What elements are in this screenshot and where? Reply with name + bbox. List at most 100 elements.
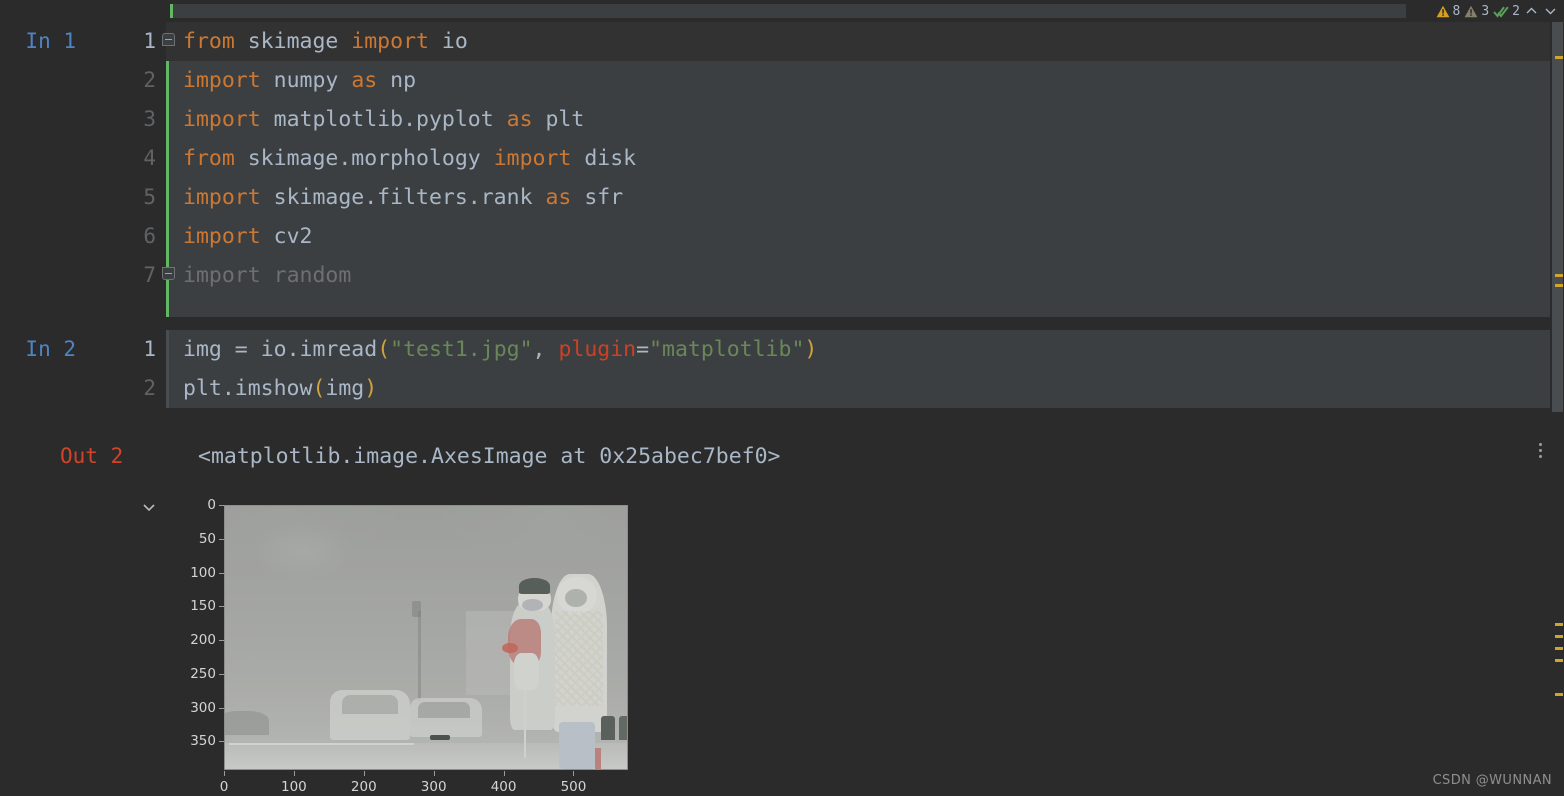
x-tick-label: 200 <box>342 779 386 795</box>
image-content <box>225 506 627 769</box>
y-tick-mark <box>219 708 224 709</box>
y-tick-label: 350 <box>182 733 216 749</box>
x-tick-mark <box>294 771 295 776</box>
scrollbar-warning-marker[interactable] <box>1555 284 1563 287</box>
weak-warning-group[interactable]: 3 <box>1464 4 1489 19</box>
code-line[interactable]: import numpy as np <box>166 61 1564 100</box>
code-token <box>235 29 248 54</box>
code-token: from <box>183 146 235 171</box>
code-token: ) <box>804 337 817 362</box>
cell-1-lines[interactable]: from skimage import ioimport numpy as np… <box>166 22 1564 295</box>
code-token <box>533 185 546 210</box>
line-number: 7 <box>128 256 156 295</box>
code-token: "matplotlib" <box>649 337 804 362</box>
code-token: from <box>183 29 235 54</box>
x-tick-label: 100 <box>272 779 316 795</box>
ok-count: 2 <box>1512 4 1520 19</box>
code-line[interactable]: plt.imshow(img) <box>166 369 1564 408</box>
output-prompt-label: Out 2 <box>60 444 123 468</box>
kebab-menu-icon[interactable] <box>1532 437 1548 463</box>
code-line[interactable]: import random <box>166 256 1564 295</box>
fold-marker-close[interactable] <box>162 267 175 280</box>
code-line[interactable]: img = io.imread("test1.jpg", plugin="mat… <box>166 330 1564 369</box>
y-tick-mark <box>219 640 224 641</box>
scrollbar-warning-marker[interactable] <box>1555 274 1563 277</box>
code-cell-2[interactable]: img = io.imread("test1.jpg", plugin="mat… <box>166 330 1564 408</box>
code-token: import <box>494 146 572 171</box>
code-token: disk <box>584 146 636 171</box>
code-token: import <box>183 224 261 249</box>
scrollbar-warning-marker[interactable] <box>1555 647 1563 650</box>
code-token: = <box>222 337 261 362</box>
cell-caret-marker <box>170 4 173 18</box>
code-token: import <box>183 68 261 93</box>
code-token <box>261 185 274 210</box>
cell-1-prompt-label: In 1 <box>16 22 76 61</box>
code-token: numpy <box>274 68 339 93</box>
cell-2-lines[interactable]: img = io.imread("test1.jpg", plugin="mat… <box>166 330 1564 408</box>
code-token <box>533 107 546 132</box>
code-cell-1[interactable]: from skimage import ioimport numpy as np… <box>166 22 1564 317</box>
scrollbar-warning-marker[interactable] <box>1555 659 1563 662</box>
inspection-widget[interactable]: 8 3 2 <box>1436 0 1558 22</box>
x-tick-label: 300 <box>412 779 456 795</box>
x-tick-label: 500 <box>551 779 595 795</box>
code-token <box>338 68 351 93</box>
code-token: ( <box>312 376 325 401</box>
scrollbar-warning-marker[interactable] <box>1555 693 1563 696</box>
double-check-icon <box>1493 5 1509 18</box>
vertical-scrollbar[interactable] <box>1550 22 1564 796</box>
weak-warning-count: 3 <box>1481 4 1489 19</box>
y-tick-label: 300 <box>182 700 216 716</box>
code-token: import <box>183 185 261 210</box>
code-token: as <box>351 68 377 93</box>
line-number: 3 <box>128 100 156 139</box>
y-tick-label: 150 <box>182 598 216 614</box>
code-token: skimage.morphology <box>248 146 481 171</box>
y-tick-mark <box>219 539 224 540</box>
code-token: np <box>390 68 416 93</box>
line-number: 1 <box>128 330 156 369</box>
scrollbar-warning-marker[interactable] <box>1555 56 1563 59</box>
code-token: ) <box>364 376 377 401</box>
code-token <box>571 185 584 210</box>
code-line[interactable]: import cv2 <box>166 217 1564 256</box>
ide-notebook-window: 8 3 2 <box>0 0 1564 796</box>
line-number: 2 <box>128 61 156 100</box>
code-token: skimage <box>248 29 339 54</box>
fold-marker-open[interactable] <box>162 33 175 46</box>
code-token: io.imread <box>261 337 378 362</box>
scrollbar-thumb[interactable] <box>1552 22 1563 412</box>
code-token <box>545 337 558 362</box>
chevron-up-icon[interactable] <box>1524 4 1539 18</box>
code-line[interactable]: import skimage.filters.rank as sfr <box>166 178 1564 217</box>
ok-group[interactable]: 2 <box>1493 4 1520 19</box>
code-line[interactable]: from skimage.morphology import disk <box>166 139 1564 178</box>
code-token <box>571 146 584 171</box>
scrollbar-warning-marker[interactable] <box>1555 635 1563 638</box>
warning-group[interactable]: 8 <box>1436 4 1461 19</box>
code-token: import <box>183 107 261 132</box>
code-token <box>338 29 351 54</box>
horizontal-scrollbar-track[interactable] <box>170 4 1406 18</box>
y-tick-label: 0 <box>182 497 216 513</box>
chevron-down-icon[interactable] <box>1543 4 1558 18</box>
line-number: 4 <box>128 139 156 178</box>
x-tick-mark <box>434 771 435 776</box>
code-token: plt <box>545 107 584 132</box>
y-tick-label: 200 <box>182 632 216 648</box>
code-line[interactable]: import matplotlib.pyplot as plt <box>166 100 1564 139</box>
y-tick-label: 50 <box>182 531 216 547</box>
y-tick-label: 100 <box>182 565 216 581</box>
code-token: random <box>274 263 352 288</box>
output-collapse-chevron-down-icon[interactable] <box>140 498 158 516</box>
y-tick-mark <box>219 741 224 742</box>
y-tick-label: 250 <box>182 666 216 682</box>
code-line[interactable]: from skimage import io <box>166 22 1564 61</box>
code-token: img <box>325 376 364 401</box>
line-number: 5 <box>128 178 156 217</box>
line-number: 6 <box>128 217 156 256</box>
matplotlib-figure: 050100150200250300350 0100200300400500 <box>190 498 650 796</box>
scrollbar-warning-marker[interactable] <box>1555 623 1563 626</box>
top-status-strip: 8 3 2 <box>0 0 1564 22</box>
